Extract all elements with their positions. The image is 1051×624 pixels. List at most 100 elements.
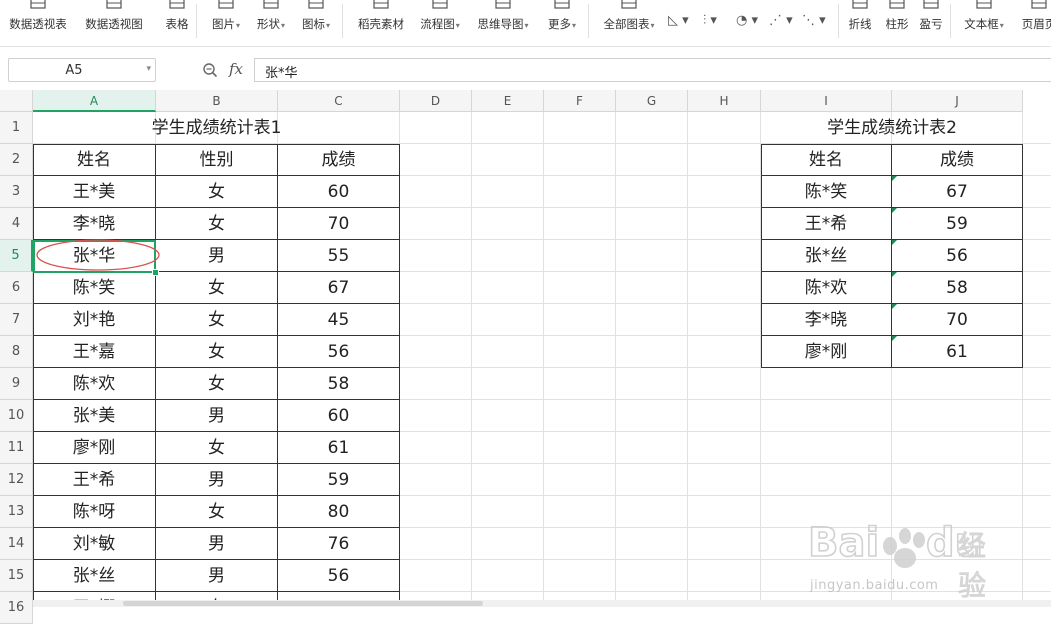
table1-cell[interactable]: 56 [278, 560, 400, 592]
row-header-8[interactable]: 8 [0, 336, 33, 368]
table1-cell[interactable]: 王*希 [33, 464, 156, 496]
table2-header[interactable]: 成绩 [892, 144, 1023, 176]
row-header-1[interactable]: 1 [0, 112, 33, 144]
table1-cell[interactable]: 陈*呀 [33, 496, 156, 528]
table1-cell[interactable]: 张*美 [33, 400, 156, 432]
ribbon-pivot-chart-button[interactable]: 数据透视图 [80, 0, 148, 46]
table1-cell[interactable]: 女 [156, 432, 278, 464]
ribbon-pivot-table-button[interactable]: 数据透视表 [0, 0, 76, 46]
table1-cell[interactable]: 王*嘉 [33, 336, 156, 368]
table2-cell[interactable]: 张*丝 [761, 240, 892, 272]
ribbon-textbox-button[interactable]: 文本框▾ [958, 0, 1010, 46]
table1-cell[interactable]: 45 [278, 304, 400, 336]
table1-cell[interactable]: 80 [278, 496, 400, 528]
table2-cell[interactable]: 56 [892, 240, 1023, 272]
table2-cell[interactable]: 59 [892, 208, 1023, 240]
table2-cell[interactable]: 61 [892, 336, 1023, 368]
table2-cell[interactable]: 廖*刚 [761, 336, 892, 368]
table2-cell[interactable]: 李*晓 [761, 304, 892, 336]
table1-cell[interactable]: 刘*敏 [33, 528, 156, 560]
table1-cell[interactable]: 60 [278, 400, 400, 432]
row-header-15[interactable]: 15 [0, 560, 33, 592]
name-box[interactable]: A5 ▾ [8, 58, 156, 82]
table1-cell[interactable]: 女 [156, 336, 278, 368]
column-header-c[interactable]: C [278, 90, 400, 112]
table1-cell[interactable]: 陈*笑 [33, 272, 156, 304]
row-header-2[interactable]: 2 [0, 144, 33, 176]
table1-cell[interactable]: 男 [156, 528, 278, 560]
table2-title[interactable]: 学生成绩统计表2 [761, 112, 1023, 144]
column-header-f[interactable]: F [544, 90, 616, 112]
table1-cell[interactable]: 61 [278, 432, 400, 464]
row-header-6[interactable]: 6 [0, 272, 33, 304]
ribbon-header-footer-button[interactable]: 页眉页 [1018, 0, 1051, 46]
scatter-chart-button[interactable]: ⋰ ▾ [769, 0, 801, 46]
table1-cell[interactable]: 女 [156, 304, 278, 336]
table1-cell[interactable]: 女 [156, 208, 278, 240]
row-header-13[interactable]: 13 [0, 496, 33, 528]
column-header-d[interactable]: D [400, 90, 472, 112]
table1-cell[interactable]: 男 [156, 240, 278, 272]
table2-cell[interactable]: 王*希 [761, 208, 892, 240]
table1-header[interactable]: 姓名 [33, 144, 156, 176]
table2-cell[interactable]: 70 [892, 304, 1023, 336]
table1-cell[interactable]: 60 [278, 176, 400, 208]
table1-cell[interactable]: 女 [156, 368, 278, 400]
table1-cell[interactable]: 李*晓 [33, 208, 156, 240]
ribbon-mindmap-button[interactable]: 思维导图▾ [472, 0, 534, 46]
table1-cell[interactable]: 56 [278, 336, 400, 368]
ribbon-flowchart-button[interactable]: 流程图▾ [414, 0, 466, 46]
row-header-14[interactable]: 14 [0, 528, 33, 560]
column-header-b[interactable]: B [156, 90, 278, 112]
row-header-11[interactable]: 11 [0, 432, 33, 464]
table2-cell[interactable]: 58 [892, 272, 1023, 304]
ribbon-all-charts-button[interactable]: 全部图表▾ [596, 0, 662, 46]
row-header-5[interactable]: 5 [0, 240, 33, 272]
pie-chart-button[interactable]: ◔ ▾ [736, 0, 768, 46]
ribbon-column-chart-button[interactable]: 柱形 [882, 0, 912, 46]
column-header-i[interactable]: I [761, 90, 892, 112]
column-header-a[interactable]: A [33, 90, 156, 112]
column-header-h[interactable]: H [688, 90, 761, 112]
table1-cell[interactable]: 59 [278, 464, 400, 496]
row-header-9[interactable]: 9 [0, 368, 33, 400]
table2-cell[interactable]: 陈*欢 [761, 272, 892, 304]
formula-input[interactable]: 张*华 [254, 58, 1051, 82]
scrollbar-thumb[interactable] [123, 601, 483, 606]
bar-chart-button[interactable]: ⫶ ▾ [703, 0, 735, 46]
table1-cell[interactable]: 男 [156, 400, 278, 432]
ribbon-winloss-chart-button[interactable]: 盈亏 [914, 0, 948, 46]
table1-cell[interactable]: 女 [156, 496, 278, 528]
table1-cell[interactable]: 58 [278, 368, 400, 400]
row-header-10[interactable]: 10 [0, 400, 33, 432]
table1-cell[interactable]: 76 [278, 528, 400, 560]
column-header-e[interactable]: E [472, 90, 544, 112]
column-header-g[interactable]: G [616, 90, 688, 112]
column-header-j[interactable]: J [892, 90, 1023, 112]
table1-cell[interactable]: 男 [156, 560, 278, 592]
table1-title[interactable]: 学生成绩统计表1 [33, 112, 400, 144]
table1-cell[interactable]: 男 [156, 464, 278, 496]
table1-cell[interactable]: 55 [278, 240, 400, 272]
table2-cell[interactable]: 陈*笑 [761, 176, 892, 208]
ribbon-image-button[interactable]: 图片▾ [205, 0, 247, 46]
table1-cell[interactable]: 女 [156, 176, 278, 208]
ribbon-shape-button[interactable]: 形状▾ [250, 0, 292, 46]
table1-cell[interactable]: 刘*艳 [33, 304, 156, 336]
table1-cell[interactable]: 70 [278, 208, 400, 240]
ribbon-line-chart-button[interactable]: 折线 [843, 0, 877, 46]
table2-header[interactable]: 姓名 [761, 144, 892, 176]
row-header-4[interactable]: 4 [0, 208, 33, 240]
table1-header[interactable]: 性别 [156, 144, 278, 176]
row-header-12[interactable]: 12 [0, 464, 33, 496]
table1-cell[interactable]: 女 [156, 272, 278, 304]
area-chart-button[interactable]: ◺ ▾ [668, 0, 700, 46]
table1-cell[interactable]: 廖*刚 [33, 432, 156, 464]
ribbon-table-button[interactable]: 表格 [160, 0, 194, 46]
ribbon-more-button[interactable]: 更多▾ [541, 0, 583, 46]
ribbon-material-button[interactable]: 稻壳素材 [352, 0, 410, 46]
ribbon-icon-library-button[interactable]: 图标▾ [296, 0, 336, 46]
table1-cell[interactable]: 67 [278, 272, 400, 304]
row-header-16[interactable]: 16 [0, 592, 33, 624]
chevron-down-icon[interactable]: ▾ [146, 64, 151, 74]
